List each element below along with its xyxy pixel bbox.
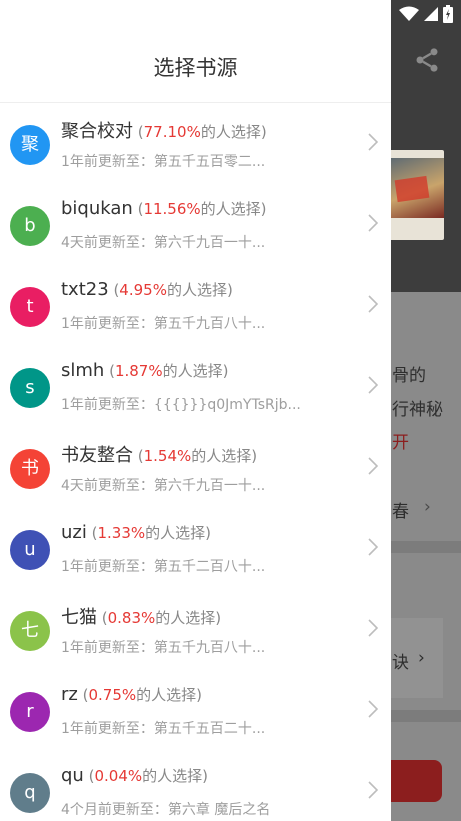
source-paren-open: ( bbox=[86, 524, 98, 542]
status-bar-icons bbox=[399, 4, 453, 24]
source-paren-open: ( bbox=[77, 686, 89, 704]
source-percent: 0.75% bbox=[88, 686, 137, 704]
source-name: 书友整合 bbox=[61, 445, 133, 466]
source-avatar: 聚 bbox=[10, 125, 50, 165]
source-item[interactable]: q qu (0.04%的人选择) 4个月前更新至：第六章 魔后之名 bbox=[0, 751, 391, 821]
source-percent-suffix: 的人选择) bbox=[155, 609, 222, 627]
source-name-line: biqukan (11.56%的人选择) bbox=[61, 198, 267, 219]
expand-intro-link[interactable]: 开 bbox=[392, 428, 409, 453]
source-paren-open: ( bbox=[133, 447, 144, 465]
source-name-line: 聚合校对 (77.10%的人选择) bbox=[61, 117, 267, 143]
source-avatar: r bbox=[10, 692, 50, 732]
source-item[interactable]: b biqukan (11.56%的人选择) 4天前更新至：第六千九百一十... bbox=[0, 184, 391, 265]
source-avatar: t bbox=[10, 287, 50, 327]
source-name-line: 七猫 (0.83%的人选择) bbox=[61, 603, 221, 629]
source-percent-suffix: 的人选择) bbox=[136, 686, 202, 704]
signal-icon bbox=[424, 7, 438, 21]
source-update-text: 4天前更新至：第六千九百一十... bbox=[61, 478, 266, 494]
source-percent-suffix: 的人选择) bbox=[200, 123, 267, 141]
source-avatar: 书 bbox=[10, 449, 50, 489]
source-name-line: 书友整合 (1.54%的人选择) bbox=[61, 441, 257, 467]
source-percent-suffix: 的人选择) bbox=[162, 362, 229, 380]
source-name: txt23 bbox=[61, 279, 109, 300]
drawer-title: 选择书源 bbox=[153, 56, 238, 80]
source-name: biqukan bbox=[61, 198, 133, 219]
chevron-right-icon bbox=[368, 781, 378, 799]
chevron-right-icon: › bbox=[418, 648, 425, 668]
battery-icon bbox=[443, 5, 453, 23]
source-name-line: txt23 (4.95%的人选择) bbox=[61, 279, 233, 300]
source-update-text: 1年前更新至：第五千九百八十... bbox=[61, 640, 266, 656]
source-update-text: 4个月前更新至：第六章 魔后之名 bbox=[61, 802, 271, 818]
source-list: 聚聚合校对 (77.10%的人选择) 1年前更新至：第五千五百零二... b biqu… bbox=[0, 103, 391, 821]
source-update-text: 1年前更新至：第五千五百二十... bbox=[61, 721, 266, 737]
source-name: 聚合校对 bbox=[61, 121, 133, 142]
chevron-right-icon: › bbox=[424, 497, 431, 517]
chevron-right-icon bbox=[368, 700, 378, 718]
source-percent: 1.33% bbox=[97, 524, 146, 542]
source-select-drawer: 选择书源 聚聚合校对 (77.10%的人选择) 1年前更新至：第五千五百零二...… bbox=[0, 0, 391, 821]
chevron-right-icon bbox=[368, 133, 378, 151]
source-update-text: 4天前更新至：第六千九百一十... bbox=[61, 235, 266, 251]
source-update-text: 1年前更新至：第五千二百八十... bbox=[61, 559, 266, 575]
source-item[interactable]: t txt23 (4.95%的人选择) 1年前更新至：第五千九百八十... bbox=[0, 265, 391, 346]
book-intro-text: 行神秘 bbox=[392, 400, 443, 420]
chevron-right-icon bbox=[368, 457, 378, 475]
chevron-right-icon bbox=[368, 295, 378, 313]
source-name-line: qu (0.04%的人选择) bbox=[61, 765, 208, 786]
source-item[interactable]: 聚聚合校对 (77.10%的人选择) 1年前更新至：第五千五百零二... bbox=[0, 103, 391, 184]
related-card-text[interactable]: 诀 bbox=[392, 648, 409, 673]
source-item[interactable]: r rz (0.75%的人选择) 1年前更新至：第五千五百二十... bbox=[0, 670, 391, 751]
source-name: qu bbox=[61, 765, 84, 786]
book-intro-text: 骨的 bbox=[392, 366, 426, 386]
source-avatar: q bbox=[10, 773, 50, 813]
source-name-line: slmh (1.87%的人选择) bbox=[61, 360, 228, 381]
source-percent: 0.04% bbox=[94, 767, 143, 785]
source-paren-open: ( bbox=[132, 200, 144, 218]
chevron-right-icon bbox=[368, 376, 378, 394]
source-name: uzi bbox=[61, 522, 87, 543]
source-name: slmh bbox=[61, 360, 105, 381]
source-percent-suffix: 的人选择) bbox=[142, 767, 208, 785]
source-avatar: 七 bbox=[10, 611, 50, 651]
source-item[interactable]: 书书友整合 (1.54%的人选择) 4天前更新至：第六千九百一十... bbox=[0, 427, 391, 508]
source-update-text: 1年前更新至：{{{}}}q0JmYTsRjb... bbox=[61, 397, 301, 413]
source-percent: 77.10% bbox=[143, 123, 201, 141]
source-percent: 4.95% bbox=[119, 281, 167, 299]
source-percent: 11.56% bbox=[143, 200, 201, 218]
source-percent: 0.83% bbox=[107, 609, 156, 627]
source-name-line: uzi (1.33%的人选择) bbox=[61, 522, 211, 543]
chevron-right-icon bbox=[368, 538, 378, 556]
source-percent: 1.54% bbox=[143, 447, 192, 465]
book-cover-image bbox=[388, 150, 444, 240]
source-percent-suffix: 的人选择) bbox=[166, 281, 233, 299]
source-percent-suffix: 的人选择) bbox=[145, 524, 211, 542]
source-name: 七猫 bbox=[61, 607, 97, 628]
share-icon[interactable] bbox=[413, 46, 441, 74]
section-divider bbox=[391, 710, 461, 722]
source-paren-open: ( bbox=[104, 362, 115, 380]
source-update-text: 1年前更新至：第五千九百八十... bbox=[61, 316, 266, 332]
source-paren-open: ( bbox=[97, 609, 108, 627]
source-update-text: 1年前更新至：第五千五百零二... bbox=[61, 154, 266, 170]
source-name: rz bbox=[61, 684, 78, 705]
source-item[interactable]: s slmh (1.87%的人选择) 1年前更新至：{{{}}}q0JmYTsRjb… bbox=[0, 346, 391, 427]
catalog-row-text[interactable]: 春 bbox=[392, 497, 409, 522]
section-divider bbox=[391, 541, 461, 553]
source-avatar: b bbox=[10, 206, 50, 246]
chevron-right-icon bbox=[368, 214, 378, 232]
wifi-icon bbox=[399, 6, 419, 21]
source-percent-suffix: 的人选择) bbox=[200, 200, 267, 218]
source-item[interactable]: 七七猫 (0.83%的人选择) 1年前更新至：第五千九百八十... bbox=[0, 589, 391, 670]
source-avatar: s bbox=[10, 368, 50, 408]
source-paren-open: ( bbox=[83, 767, 95, 785]
source-name-line: rz (0.75%的人选择) bbox=[61, 684, 202, 705]
source-paren-open: ( bbox=[108, 281, 120, 299]
source-avatar: u bbox=[10, 530, 50, 570]
source-percent-suffix: 的人选择) bbox=[191, 447, 258, 465]
chevron-right-icon bbox=[368, 619, 378, 637]
source-percent: 1.87% bbox=[114, 362, 163, 380]
source-item[interactable]: u uzi (1.33%的人选择) 1年前更新至：第五千二百八十... bbox=[0, 508, 391, 589]
source-paren-open: ( bbox=[133, 123, 144, 141]
